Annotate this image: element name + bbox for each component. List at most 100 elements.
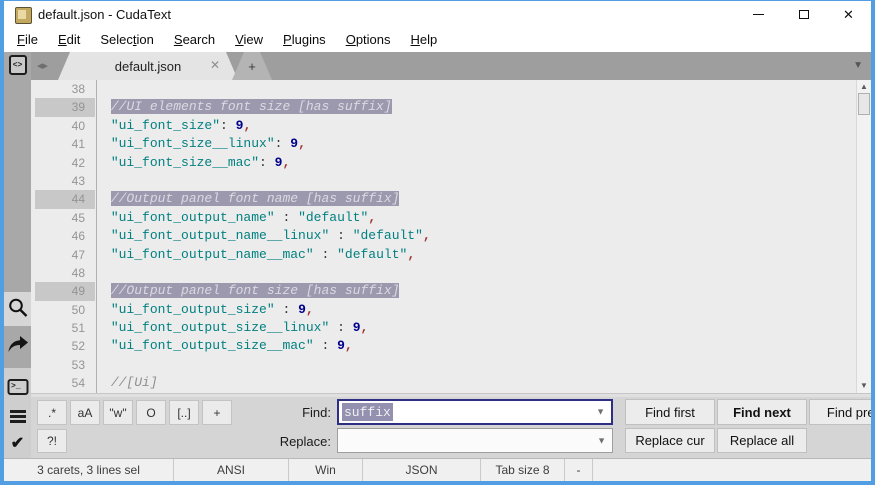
replace-all-button[interactable]: Replace all: [717, 428, 807, 453]
line-number: 41: [35, 135, 95, 153]
activity-bar: <> >_ ✔: [4, 52, 31, 458]
code-line-52[interactable]: 52 "ui_font_output_size__mac" : 9,: [31, 337, 871, 355]
status-lexer[interactable]: JSON: [363, 459, 481, 481]
line-number: 40: [35, 117, 95, 135]
code-line-49[interactable]: 49 //Output panel font size [has suffix]: [31, 282, 871, 300]
code-line-43[interactable]: 43: [31, 172, 871, 190]
status-line-ends[interactable]: Win: [289, 459, 363, 481]
status-selection-info[interactable]: 3 carets, 3 lines sel: [4, 459, 174, 481]
find-input[interactable]: suffix ▼: [337, 399, 613, 425]
code-line-53[interactable]: 53: [31, 356, 871, 374]
line-text: "ui_font_output_name__linux" : "default"…: [95, 227, 431, 245]
gutter-separator: [96, 80, 97, 393]
line-text: "ui_font_output_size__linux" : 9,: [95, 319, 368, 337]
tab-list-dropdown-icon[interactable]: ▼: [853, 61, 863, 71]
vertical-scrollbar[interactable]: ▲ ▼: [856, 80, 871, 393]
code-tree-icon[interactable]: <>: [9, 55, 27, 75]
maximize-button[interactable]: [781, 1, 826, 28]
menubar: FileEditSelectionSearchViewPluginsOption…: [4, 28, 871, 52]
in-selection-toggle[interactable]: [..]: [169, 400, 199, 425]
menu-item-plugins[interactable]: Plugins: [273, 28, 336, 52]
window-title: default.json - CudaText: [38, 7, 171, 22]
terminal-icon[interactable]: >_: [7, 379, 28, 395]
check-icon[interactable]: ✔: [11, 435, 24, 453]
regex-toggle[interactable]: .*: [37, 400, 67, 425]
line-text: "ui_font_size__linux": 9,: [95, 135, 306, 153]
find-first-button[interactable]: Find first: [625, 399, 715, 425]
line-text: //UI elements font size [has suffix]: [95, 98, 392, 116]
code-line-38[interactable]: 38: [31, 80, 871, 98]
line-number: 49: [35, 282, 95, 300]
code-line-47[interactable]: 47 "ui_font_output_name__mac" : "default…: [31, 246, 871, 264]
search-icon[interactable]: [7, 297, 28, 323]
code-line-40[interactable]: 40 "ui_font_size": 9,: [31, 117, 871, 135]
status-extra[interactable]: -: [565, 459, 593, 481]
line-text: "ui_font_output_name" : "default",: [95, 209, 376, 227]
code-line-48[interactable]: 48: [31, 264, 871, 282]
replace-label: Replace:: [221, 434, 331, 449]
case-toggle[interactable]: aA: [70, 400, 100, 425]
find-dropdown-icon[interactable]: ▼: [596, 408, 605, 417]
line-text: "ui_font_output_name__mac" : "default",: [95, 246, 415, 264]
find-prev-button[interactable]: Find prev: [809, 399, 871, 425]
code-editor[interactable]: 3839 //UI elements font size [has suffix…: [31, 80, 871, 393]
tab-close-icon[interactable]: ✕: [210, 59, 220, 71]
find-next-button[interactable]: Find next: [717, 399, 807, 425]
code-line-42[interactable]: 42 "ui_font_size__mac": 9,: [31, 154, 871, 172]
status-encoding[interactable]: ANSI: [174, 459, 289, 481]
code-line-54[interactable]: 54 //[Ui]: [31, 374, 871, 392]
window-border-right: [871, 0, 875, 485]
menu-item-view[interactable]: View: [225, 28, 273, 52]
scrollbar-thumb[interactable]: [858, 93, 870, 115]
line-number: 50: [35, 301, 95, 319]
close-icon: ✕: [843, 8, 854, 21]
scroll-up-icon[interactable]: ▲: [857, 83, 871, 91]
line-text: //Output panel font name [has suffix]: [95, 190, 399, 208]
line-number: 45: [35, 209, 95, 227]
find-panel: .*aA"w"O[..]+?! Find: suffix ▼ Replace: …: [31, 397, 871, 458]
menu-item-selection[interactable]: Selection: [90, 28, 164, 52]
confirm-replace-toggle[interactable]: ?!: [37, 429, 67, 453]
replace-dropdown-icon[interactable]: ▼: [597, 436, 606, 445]
line-number: 48: [35, 264, 95, 282]
window-border-bottom: [0, 481, 875, 485]
wrap-toggle[interactable]: O: [136, 400, 166, 425]
minimize-button[interactable]: [736, 1, 781, 28]
whole-words-toggle[interactable]: "w": [103, 400, 133, 425]
window-border-top: [0, 0, 875, 1]
menu-item-file[interactable]: File: [7, 28, 48, 52]
find-label: Find:: [221, 405, 331, 420]
line-number: 52: [35, 337, 95, 355]
code-line-50[interactable]: 50 "ui_font_output_size" : 9,: [31, 301, 871, 319]
titlebar: default.json - CudaText ✕: [4, 1, 871, 28]
menu-item-help[interactable]: Help: [401, 28, 448, 52]
line-number: 51: [35, 319, 95, 337]
menu-item-edit[interactable]: Edit: [48, 28, 90, 52]
new-tab-button[interactable]: +: [232, 52, 272, 80]
code-line-41[interactable]: 41 "ui_font_size__linux": 9,: [31, 135, 871, 153]
code-line-51[interactable]: 51 "ui_font_output_size__linux" : 9,: [31, 319, 871, 337]
line-number: 43: [35, 172, 95, 190]
replace-input[interactable]: ▼: [337, 428, 613, 453]
tabbar: ◂▸ default.json ✕ + ▼: [31, 52, 871, 80]
scroll-down-icon[interactable]: ▼: [857, 382, 871, 390]
menu-item-search[interactable]: Search: [164, 28, 225, 52]
code-line-45[interactable]: 45 "ui_font_output_name" : "default",: [31, 209, 871, 227]
line-text: "ui_font_output_size" : 9,: [95, 301, 314, 319]
line-number: 47: [35, 246, 95, 264]
app-icon: [15, 7, 32, 24]
close-button[interactable]: ✕: [826, 1, 871, 28]
replace-cur-button[interactable]: Replace cur: [625, 428, 715, 453]
line-number: 38: [35, 80, 95, 98]
code-line-46[interactable]: 46 "ui_font_output_name__linux" : "defau…: [31, 227, 871, 245]
status-tab-size[interactable]: Tab size 8: [481, 459, 565, 481]
menu-hamburger-icon[interactable]: [10, 408, 26, 425]
share-arrow-icon[interactable]: [7, 333, 29, 359]
tab-label: default.json: [115, 59, 182, 74]
tab-default-json[interactable]: default.json ✕: [58, 52, 238, 80]
cudatext-window: default.json - CudaText ✕ FileEditSelect…: [0, 0, 875, 485]
tab-scroll-arrows-icon[interactable]: ◂▸: [37, 59, 48, 72]
code-line-44[interactable]: 44 //Output panel font name [has suffix]: [31, 190, 871, 208]
code-line-39[interactable]: 39 //UI elements font size [has suffix]: [31, 98, 871, 116]
menu-item-options[interactable]: Options: [336, 28, 401, 52]
